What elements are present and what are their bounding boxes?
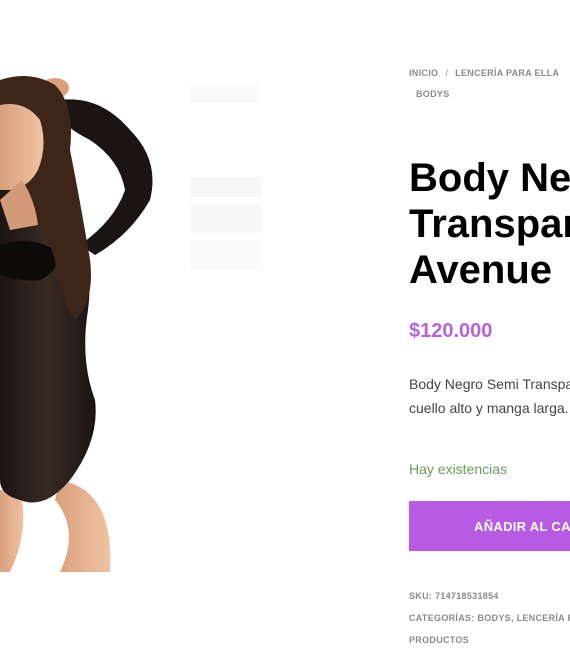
product-title-line: Body Negro Semi (409, 156, 570, 200)
category-link[interactable]: PRODUCTOS (409, 635, 469, 645)
product-description: Body Negro Semi Transparente de cuello a… (409, 372, 570, 420)
sku-value: 714718531854 (435, 591, 499, 601)
breadcrumb-separator: / (445, 68, 449, 78)
description-line: Body Negro Semi Transparente de (409, 376, 570, 392)
product-photo-icon (0, 76, 262, 572)
product-title-line: Transparente (409, 202, 570, 246)
category-link[interactable]: BODYS (477, 613, 511, 623)
product-meta: SKU: 714718531854 CATEGORÍAS: BODYS, LEN… (409, 585, 570, 651)
breadcrumb-category[interactable]: LENCERÍA PARA ELLA (455, 68, 559, 78)
categories-row-tail: PRODUCTOS (409, 629, 570, 651)
product-title-line: Avenue (409, 248, 553, 292)
stock-status: Hay existencias (409, 461, 508, 477)
breadcrumb-subcategory[interactable]: BODYS (416, 89, 450, 99)
product-price: $120.000 (409, 320, 493, 342)
breadcrumb-home[interactable]: INICIO (409, 68, 438, 78)
product-details: INICIO / LENCERÍA PARA ELLA BODYS Body Neg… (409, 0, 570, 667)
product-page: INICIO / LENCERÍA PARA ELLA BODYS Body Neg… (0, 0, 570, 667)
product-title: Body Negro Semi Transparente Avenue (409, 155, 570, 293)
category-link[interactable]: LENCERÍA PARA ELLA (517, 613, 570, 623)
sku-label: SKU: (409, 591, 433, 601)
add-to-cart-button[interactable]: AÑADIR AL CARRITO (409, 501, 570, 551)
product-image[interactable] (0, 60, 270, 575)
breadcrumb: INICIO / LENCERÍA PARA ELLA BODYS (409, 63, 570, 105)
categories-row: CATEGORÍAS: BODYS, LENCERÍA PARA ELLA (409, 607, 570, 629)
sku-row: SKU: 714718531854 (409, 585, 570, 607)
description-line: cuello alto y manga larga. (409, 400, 569, 416)
categories-label: CATEGORÍAS: (409, 613, 475, 623)
